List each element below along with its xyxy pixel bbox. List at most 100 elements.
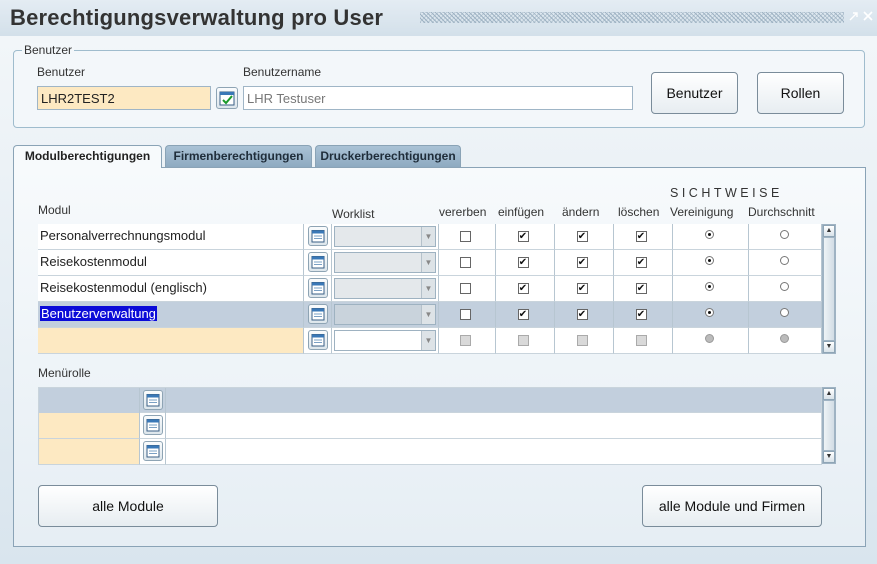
calendar-icon: [311, 256, 325, 269]
menurolle-value-cell[interactable]: [39, 439, 140, 465]
lookup-button[interactable]: [143, 441, 163, 461]
worklist-select[interactable]: ▼: [334, 252, 436, 273]
durchschnitt-radio[interactable]: [779, 334, 789, 343]
durchschnitt-radio[interactable]: [779, 230, 789, 239]
lookup-button[interactable]: [308, 304, 328, 324]
modul-cell[interactable]: Personalverrechnungsmodul: [38, 224, 304, 250]
worklist-select[interactable]: ▼: [334, 304, 436, 325]
einfuegen-checkbox[interactable]: [517, 335, 529, 346]
chevron-down-icon[interactable]: ▼: [421, 227, 435, 246]
menurolle-row[interactable]: [38, 439, 822, 465]
table-row[interactable]: ▼: [38, 328, 822, 354]
roles-button[interactable]: Rollen: [757, 72, 844, 114]
vererben-checkbox[interactable]: [459, 257, 471, 268]
modul-lookup-cell: [304, 328, 332, 354]
username-input[interactable]: [243, 86, 633, 110]
loeschen-checkbox[interactable]: ✔: [635, 231, 647, 242]
lookup-button[interactable]: [143, 390, 163, 410]
menurolle-value-cell[interactable]: [39, 388, 140, 414]
modul-cell[interactable]: Benutzerverwaltung: [38, 302, 304, 328]
menurolle-lookup-cell: [140, 388, 166, 414]
lookup-button[interactable]: [308, 278, 328, 298]
table-row[interactable]: Reisekostenmodul (englisch) ▼ ✔ ✔ ✔: [38, 276, 822, 302]
menurolle-scrollbar[interactable]: ▲ ▼: [822, 387, 836, 464]
table-row[interactable]: Personalverrechnungsmodul ▼ ✔ ✔ ✔: [38, 224, 822, 250]
aendern-checkbox[interactable]: ✔: [576, 283, 588, 294]
durchschnitt-radio[interactable]: [779, 256, 789, 265]
vererben-checkbox[interactable]: [459, 283, 471, 294]
vererben-cell: [439, 302, 496, 328]
modul-lookup-cell: [304, 250, 332, 276]
einfuegen-checkbox[interactable]: ✔: [517, 231, 529, 242]
restore-icon[interactable]: [848, 10, 860, 22]
worklist-select[interactable]: ▼: [334, 330, 436, 351]
durchschnitt-radio[interactable]: [779, 308, 789, 317]
loeschen-cell: ✔: [614, 224, 673, 250]
vererben-cell: [439, 276, 496, 302]
chevron-down-icon[interactable]: ▼: [421, 253, 435, 272]
aendern-checkbox[interactable]: [576, 335, 588, 346]
aendern-checkbox[interactable]: ✔: [576, 231, 588, 242]
user-lookup-button[interactable]: [216, 87, 238, 109]
tab-firmenberechtigungen[interactable]: Firmenberechtigungen: [165, 145, 312, 167]
durchschnitt-cell: [749, 276, 822, 302]
loeschen-checkbox[interactable]: ✔: [635, 309, 647, 320]
vererben-checkbox[interactable]: [459, 335, 471, 346]
scroll-up-icon[interactable]: ▲: [823, 388, 835, 400]
loeschen-checkbox[interactable]: [635, 335, 647, 346]
user-input[interactable]: [37, 86, 211, 110]
menurolle-value-cell[interactable]: [39, 413, 140, 439]
modul-cell[interactable]: [38, 328, 304, 354]
worklist-select[interactable]: ▼: [334, 278, 436, 299]
chevron-down-icon[interactable]: ▼: [421, 331, 435, 350]
worklist-select[interactable]: ▼: [334, 226, 436, 247]
vererben-checkbox[interactable]: [459, 231, 471, 242]
title-bar-drag-area[interactable]: [420, 12, 844, 23]
aendern-cell: ✔: [555, 276, 614, 302]
tab-modulberechtigungen[interactable]: Modulberechtigungen: [13, 145, 162, 168]
einfuegen-checkbox[interactable]: ✔: [517, 257, 529, 268]
table-row[interactable]: Benutzerverwaltung ▼ ✔ ✔ ✔: [38, 302, 822, 328]
lookup-button[interactable]: [143, 415, 163, 435]
loeschen-checkbox[interactable]: ✔: [635, 283, 647, 294]
vereinigung-radio[interactable]: [705, 282, 714, 291]
vereinigung-radio[interactable]: [705, 256, 714, 265]
aendern-cell: ✔: [555, 302, 614, 328]
module-grid-scrollbar[interactable]: ▲ ▼: [822, 224, 836, 354]
scroll-thumb[interactable]: [823, 237, 835, 341]
aendern-checkbox[interactable]: ✔: [576, 257, 588, 268]
vererben-checkbox[interactable]: [459, 309, 471, 320]
scroll-up-icon[interactable]: ▲: [823, 225, 835, 237]
loeschen-cell: ✔: [614, 302, 673, 328]
lookup-button[interactable]: [308, 252, 328, 272]
einfuegen-checkbox[interactable]: ✔: [517, 309, 529, 320]
aendern-checkbox[interactable]: ✔: [576, 309, 588, 320]
worklist-cell: ▼: [332, 328, 439, 354]
durchschnitt-radio[interactable]: [779, 282, 789, 291]
menurolle-row[interactable]: [38, 387, 822, 414]
all-modules-and-firms-button[interactable]: alle Module und Firmen: [642, 485, 822, 527]
loeschen-checkbox[interactable]: ✔: [635, 257, 647, 268]
scroll-thumb[interactable]: [823, 400, 835, 451]
lookup-button[interactable]: [308, 226, 328, 246]
table-row[interactable]: Reisekostenmodul ▼ ✔ ✔ ✔: [38, 250, 822, 276]
modul-cell[interactable]: Reisekostenmodul (englisch): [38, 276, 304, 302]
user-button[interactable]: Benutzer: [651, 72, 738, 114]
chevron-down-icon[interactable]: ▼: [421, 305, 435, 324]
chevron-down-icon[interactable]: ▼: [421, 279, 435, 298]
user-label: Benutzer: [37, 65, 86, 79]
all-modules-button[interactable]: alle Module: [38, 485, 218, 527]
modul-name: Reisekostenmodul (englisch): [40, 280, 207, 295]
scroll-down-icon[interactable]: ▼: [823, 451, 835, 463]
scroll-down-icon[interactable]: ▼: [823, 341, 835, 353]
einfuegen-checkbox[interactable]: ✔: [517, 283, 529, 294]
vereinigung-radio[interactable]: [705, 230, 714, 239]
close-icon[interactable]: [862, 10, 874, 22]
user-group: Benutzer Benutzer Benutzername Benutzer …: [13, 43, 865, 128]
tab-druckerberechtigungen[interactable]: Druckerberechtigungen: [315, 145, 461, 167]
modul-cell[interactable]: Reisekostenmodul: [38, 250, 304, 276]
menurolle-row[interactable]: [38, 413, 822, 439]
lookup-button[interactable]: [308, 330, 328, 350]
vereinigung-radio[interactable]: [705, 334, 714, 343]
vereinigung-radio[interactable]: [705, 308, 714, 317]
